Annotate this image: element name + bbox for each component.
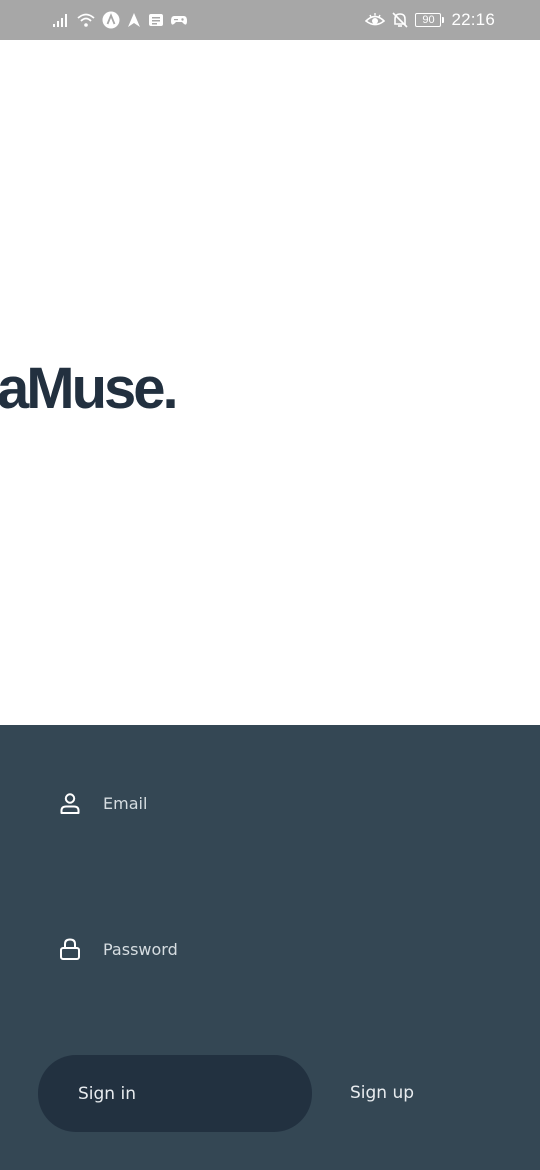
sign-in-button[interactable]: Sign in — [38, 1055, 312, 1132]
eye-icon — [365, 11, 386, 29]
user-icon — [58, 791, 82, 815]
auth-panel: Sign in Sign up — [0, 725, 540, 1170]
status-time: 22:16 — [451, 10, 495, 29]
game-icon — [170, 11, 188, 29]
password-input[interactable] — [103, 939, 463, 959]
app-logo: aMuse. — [0, 356, 179, 421]
password-field[interactable] — [58, 929, 498, 969]
email-input[interactable] — [103, 793, 463, 813]
message-icon — [148, 11, 164, 29]
status-bar: 90 22:16 — [0, 0, 540, 40]
lock-icon — [58, 937, 82, 961]
wifi-icon — [76, 11, 96, 29]
battery-indicator: 90 — [415, 13, 445, 27]
status-right-icons: 90 22:16 — [365, 10, 495, 30]
email-field[interactable] — [58, 783, 498, 823]
bell-off-icon — [391, 11, 409, 29]
status-left-icons — [52, 11, 188, 29]
navigation-arrow-icon — [126, 11, 142, 29]
a-badge-icon — [102, 11, 120, 29]
signal-icon — [52, 11, 70, 29]
login-screen: 90 22:16 aMuse. Sign in — [0, 0, 540, 1170]
sign-up-button[interactable]: Sign up — [350, 1073, 414, 1113]
